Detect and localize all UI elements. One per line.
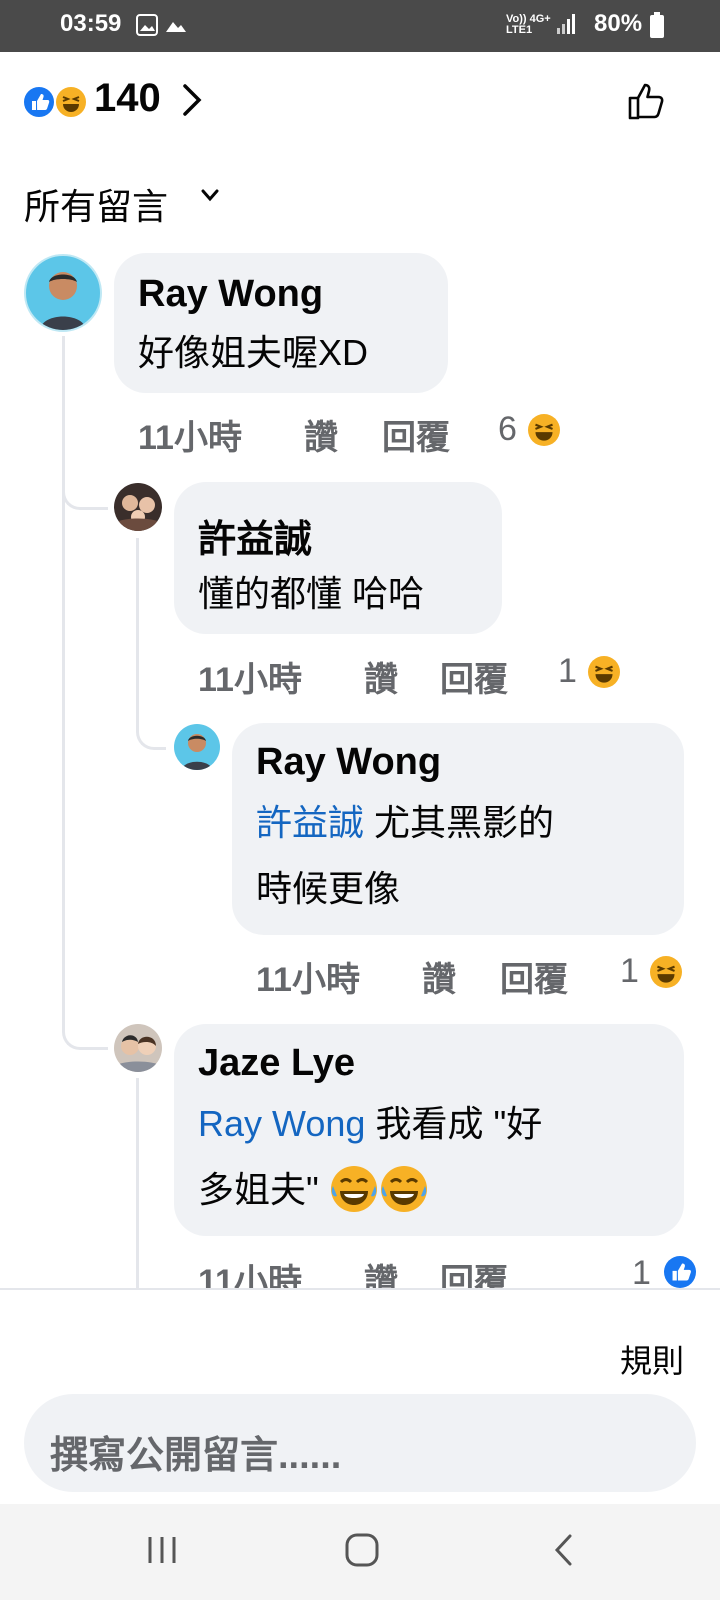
reply-button[interactable]: 回覆 (382, 410, 450, 459)
comment-text-line: 多姐夫" (198, 1162, 429, 1218)
mention-link[interactable]: Ray Wong (198, 1103, 365, 1144)
chevron-right-icon[interactable] (180, 80, 204, 120)
like-button[interactable]: 讚 (364, 1254, 398, 1288)
clipped-meta-row: 11小時 讚 回覆 1 (0, 1240, 720, 1288)
thread-connector (62, 470, 108, 510)
reply-button[interactable]: 回覆 (440, 1254, 508, 1288)
network-indicator: Vo)) 4G+ LTE1 (506, 13, 551, 36)
like-button[interactable]: 讚 (304, 410, 338, 459)
joy-emoji-icon (330, 1166, 377, 1212)
status-time: 03:59 (60, 10, 122, 37)
like-reaction-icon[interactable] (664, 1256, 696, 1288)
comment-time: 11小時 (198, 1263, 302, 1288)
cloud-icon (166, 22, 186, 32)
back-icon[interactable] (552, 1532, 576, 1568)
like-reaction-icon[interactable] (22, 85, 56, 119)
comment-input-placeholder[interactable]: 撰寫公開留言...... (50, 1424, 341, 1479)
thread-connector (62, 1010, 108, 1050)
thread-line (62, 510, 65, 1010)
sort-dropdown-label[interactable]: 所有留言 (24, 178, 168, 230)
signal-icon (557, 14, 575, 34)
comment-author[interactable]: Jaze Lye (198, 1042, 355, 1085)
reaction-count[interactable]: 1 (632, 1254, 651, 1288)
reaction-count[interactable]: 1 (558, 652, 577, 691)
haha-reaction-icon[interactable] (54, 85, 88, 119)
haha-reaction-icon[interactable] (650, 956, 682, 988)
avatar[interactable] (174, 724, 220, 770)
like-thumb-icon[interactable] (626, 80, 668, 122)
recent-apps-icon[interactable] (146, 1534, 178, 1566)
comment-bubble[interactable]: 許益誠 懂的都懂 哈哈 (174, 482, 502, 634)
haha-reaction-icon[interactable] (588, 656, 620, 688)
system-nav-bar (0, 1504, 720, 1600)
image-icon (136, 14, 158, 36)
mention-link[interactable]: 許益誠 (256, 802, 364, 843)
comment-text-line: Ray Wong 我看成 "好 (198, 1096, 542, 1152)
comment-bubble[interactable]: Ray Wong 許益誠 尤其黑影的 時候更像 (232, 723, 684, 935)
comment-text: 時候更像 (256, 868, 401, 909)
comment-text: 尤其黑影的 (374, 802, 555, 843)
reaction-count[interactable]: 6 (498, 410, 517, 449)
joy-emoji-icon (380, 1166, 427, 1212)
comment-time: 11小時 (138, 419, 242, 457)
home-icon[interactable] (344, 1532, 380, 1568)
comment-author[interactable]: Ray Wong (138, 273, 323, 316)
comment-time: 11小時 (198, 661, 302, 699)
reply-button[interactable]: 回覆 (500, 952, 568, 1001)
like-button[interactable]: 讚 (422, 952, 456, 1001)
comment-text: 好像姐夫喔XD (138, 332, 369, 373)
like-button[interactable]: 讚 (364, 652, 398, 701)
comment-time: 11小時 (256, 961, 360, 999)
thread-connector (136, 538, 166, 750)
chevron-down-icon[interactable] (200, 188, 220, 204)
reaction-count[interactable]: 140 (94, 76, 161, 121)
divider (0, 1288, 720, 1290)
battery-percent: 80% (594, 10, 643, 37)
comment-author[interactable]: Ray Wong (256, 741, 441, 784)
comment-bubble[interactable]: Jaze Lye Ray Wong 我看成 "好 多姐夫" (174, 1024, 684, 1236)
battery-icon (650, 12, 664, 38)
status-bar: 03:59 Vo)) 4G+ LTE1 80% (0, 0, 720, 52)
reaction-count[interactable]: 1 (620, 952, 639, 991)
comment-text: 多姐夫" (198, 1169, 319, 1210)
comment-text: 懂的都懂 哈哈 (198, 573, 425, 614)
comment-author[interactable]: 許益誠 (198, 508, 312, 563)
avatar[interactable] (114, 483, 162, 531)
rules-link[interactable]: 規則 (620, 1336, 684, 1382)
avatar[interactable] (114, 1024, 162, 1072)
haha-reaction-icon[interactable] (528, 414, 560, 446)
reply-button[interactable]: 回覆 (440, 652, 508, 701)
comment-text: 我看成 "好 (375, 1103, 543, 1144)
avatar[interactable] (24, 254, 102, 332)
comment-bubble[interactable]: Ray Wong 好像姐夫喔XD (114, 253, 448, 393)
comment-text-line: 許益誠 尤其黑影的 (256, 795, 554, 851)
